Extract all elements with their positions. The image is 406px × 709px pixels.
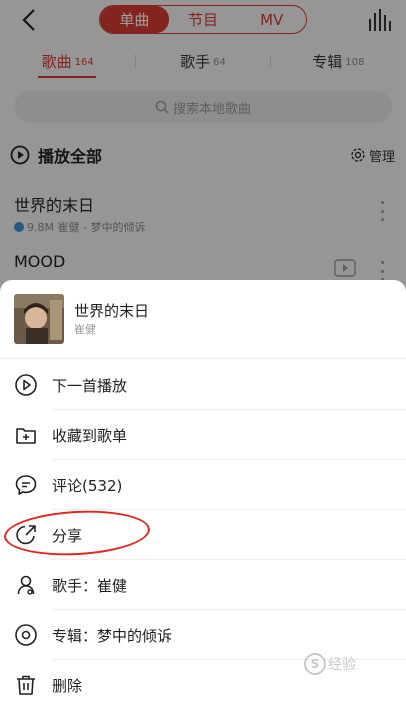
action-label: 歌手：崔健 xyxy=(52,576,128,595)
watermark: S 经验 xyxy=(304,653,356,675)
action-label: 专辑：梦中的倾诉 xyxy=(52,626,173,645)
action-label: 下一首播放 xyxy=(52,376,128,395)
singer-icon xyxy=(17,575,35,595)
action-play-next[interactable]: 下一首播放 xyxy=(0,360,406,410)
sheet-song-title: 世界的末日 xyxy=(74,302,150,320)
action-label: 评论(532) xyxy=(52,476,123,495)
add-to-playlist-icon xyxy=(16,428,36,444)
action-singer[interactable]: 歌手：崔健 xyxy=(0,560,406,610)
sheet-header: 世界的末日 崔健 xyxy=(0,280,406,359)
album-icon xyxy=(15,624,37,646)
comment-icon xyxy=(15,475,37,495)
album-cover xyxy=(14,294,64,344)
watermark-logo-icon: S xyxy=(304,653,326,675)
action-label: 收藏到歌单 xyxy=(52,426,128,445)
action-label: 删除 xyxy=(52,676,83,695)
action-add-to-playlist[interactable]: 收藏到歌单 xyxy=(0,410,406,460)
action-comment[interactable]: 评论(532) xyxy=(0,460,406,510)
action-sheet: 世界的末日 崔健 下一首播放 收藏到歌单 评论(532) 分享 歌手：崔健 专辑… xyxy=(0,280,406,709)
sheet-artist: 崔健 xyxy=(74,323,96,336)
delete-icon xyxy=(17,675,35,695)
play-next-icon xyxy=(15,374,37,396)
watermark-text: 经验 xyxy=(328,657,356,673)
